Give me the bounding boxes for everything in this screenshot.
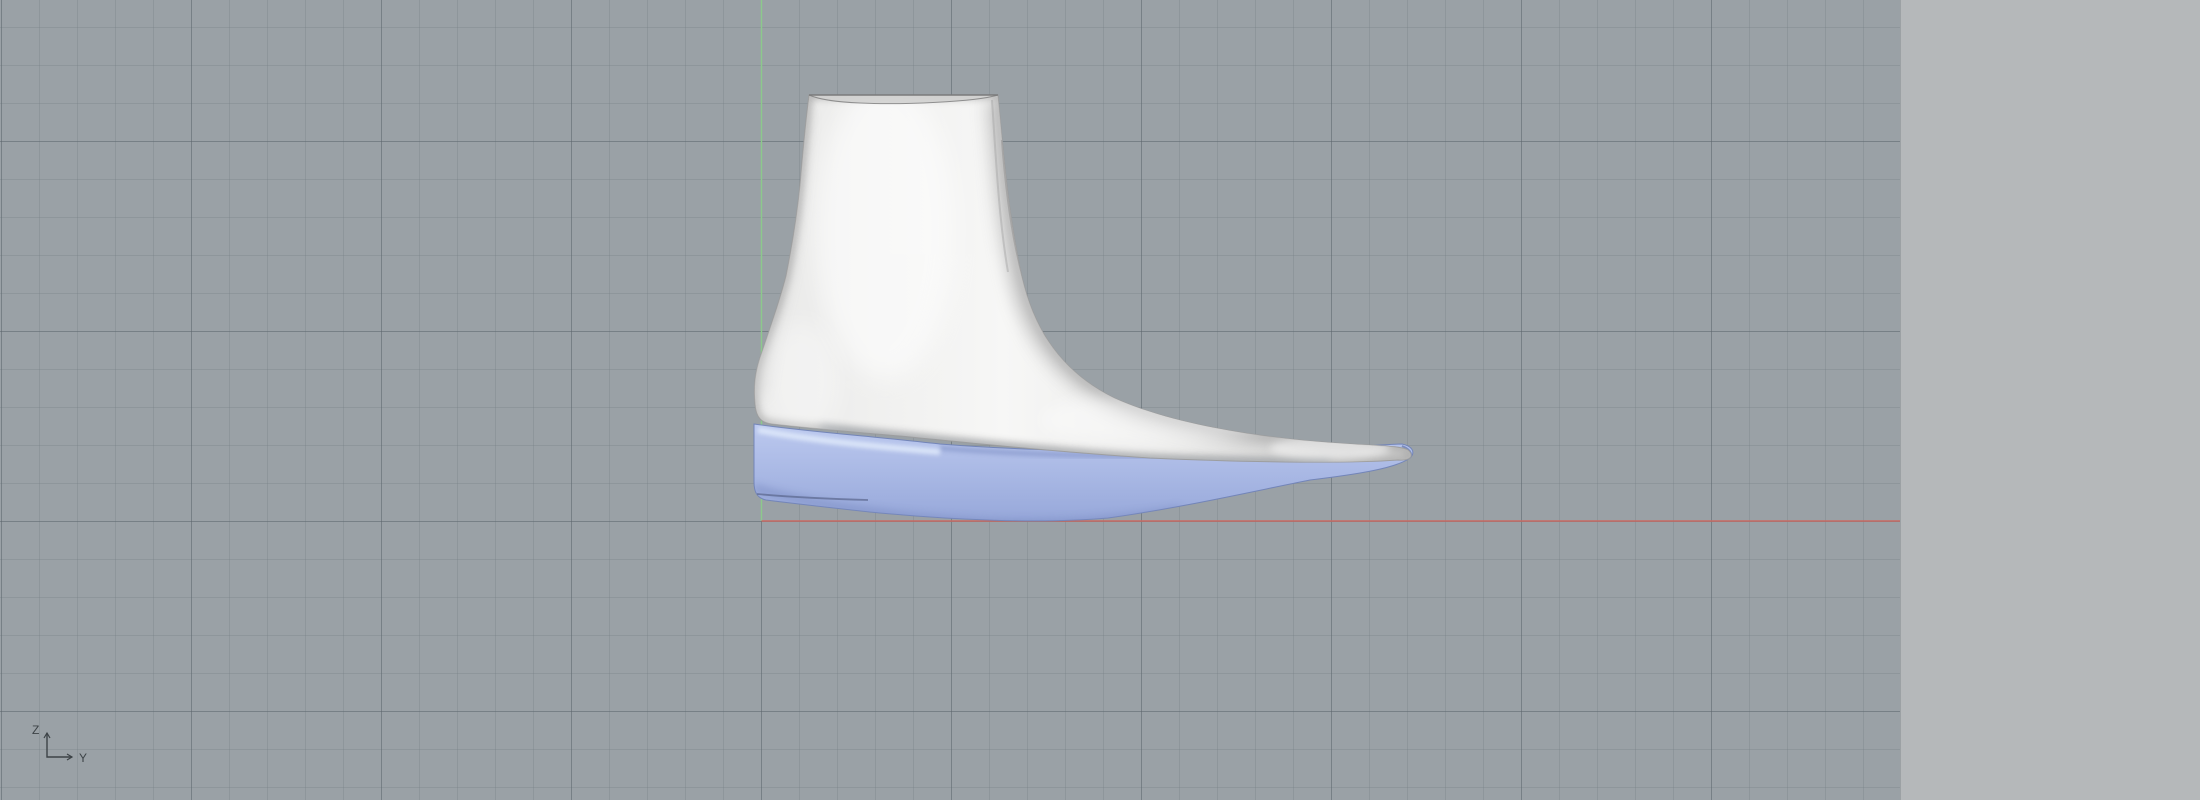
shoe-last-model[interactable] [753, 80, 1412, 463]
axis-gizmo: Z Y [32, 723, 87, 765]
axis-gizmo-y-label: Y [79, 751, 87, 765]
viewport-canvas: Z Y [32, 0, 1900, 765]
axis-gizmo-z-label: Z [32, 723, 39, 737]
axis-gizmo-lines [46, 733, 72, 758]
cad-viewport[interactable]: Z Y [0, 0, 2200, 800]
